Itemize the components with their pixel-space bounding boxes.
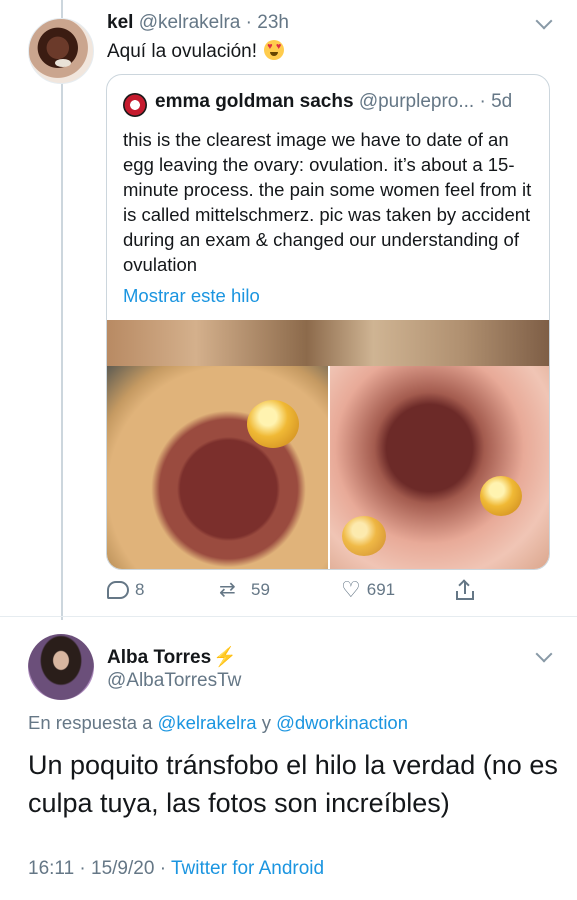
- chevron-down-icon[interactable]: [535, 12, 553, 30]
- like-button[interactable]: ♡ 691: [341, 577, 396, 602]
- quoted-tweet-time: 5d: [491, 91, 513, 112]
- media-image-right[interactable]: [330, 366, 549, 569]
- display-name[interactable]: kel: [107, 12, 133, 33]
- share-icon: [455, 579, 475, 600]
- reply-count: 8: [135, 580, 145, 599]
- tweet-action-bar: 8 ⇄ 59 ♡ 691: [107, 577, 551, 604]
- share-button[interactable]: [455, 579, 475, 600]
- tweet-metadata: 16:11 · 15/9/20 · Twitter for Android: [28, 858, 324, 880]
- lightning-bolt-icon: ⚡: [213, 647, 237, 668]
- chevron-down-icon[interactable]: [535, 645, 553, 663]
- tweet-text: Aquí la ovulación!: [107, 40, 285, 63]
- mention-link[interactable]: @dworkinaction: [276, 712, 408, 733]
- retweet-button[interactable]: ⇄ 59: [219, 580, 270, 600]
- media-image-top[interactable]: [107, 320, 549, 366]
- tweet-source-link[interactable]: Twitter for Android: [171, 858, 324, 879]
- mention-link[interactable]: @kelrakelra: [158, 712, 257, 733]
- retweet-count: 59: [251, 580, 270, 599]
- thread-connector-line: [61, 0, 63, 620]
- divider: [0, 616, 577, 617]
- avatar[interactable]: [28, 634, 94, 700]
- quoted-display-name: emma goldman sachs: [155, 91, 354, 112]
- heart-icon: ♡: [341, 577, 361, 602]
- quoted-user-handle: @purplepro...: [358, 91, 475, 112]
- quoted-tweet-media[interactable]: [107, 320, 549, 569]
- media-image-left[interactable]: [107, 366, 328, 569]
- quoted-avatar: [123, 93, 147, 117]
- tweet-header: kel @kelrakelra · 23h: [107, 12, 289, 33]
- reply-context: En respuesta a @kelrakelra y @dworkinact…: [28, 712, 409, 733]
- reply-icon: [107, 581, 129, 599]
- like-count: 691: [366, 580, 396, 599]
- quoted-tweet-card[interactable]: emma goldman sachs @purplepro... · 5d th…: [106, 74, 550, 570]
- quoted-tweet-header: emma goldman sachs @purplepro... · 5d: [155, 91, 513, 112]
- tweet-text: Un poquito tránsfobo el hilo la verdad (…: [28, 750, 558, 818]
- quoted-tweet-text: this is the clearest image we have to da…: [123, 129, 532, 275]
- user-handle[interactable]: @kelrakelra: [139, 12, 241, 33]
- display-name[interactable]: Alba Torres ⚡: [107, 645, 237, 669]
- heart-eyes-emoji-icon: [264, 40, 285, 60]
- tweet-timestamp[interactable]: 16:11 · 15/9/20 ·: [28, 858, 166, 879]
- avatar[interactable]: [28, 18, 94, 84]
- user-handle[interactable]: @AlbaTorresTw: [107, 670, 241, 692]
- reply-button[interactable]: 8: [107, 580, 144, 600]
- show-thread-link[interactable]: Mostrar este hilo: [123, 285, 260, 307]
- tweet-time[interactable]: 23h: [257, 12, 289, 33]
- retweet-icon: ⇄: [219, 579, 236, 601]
